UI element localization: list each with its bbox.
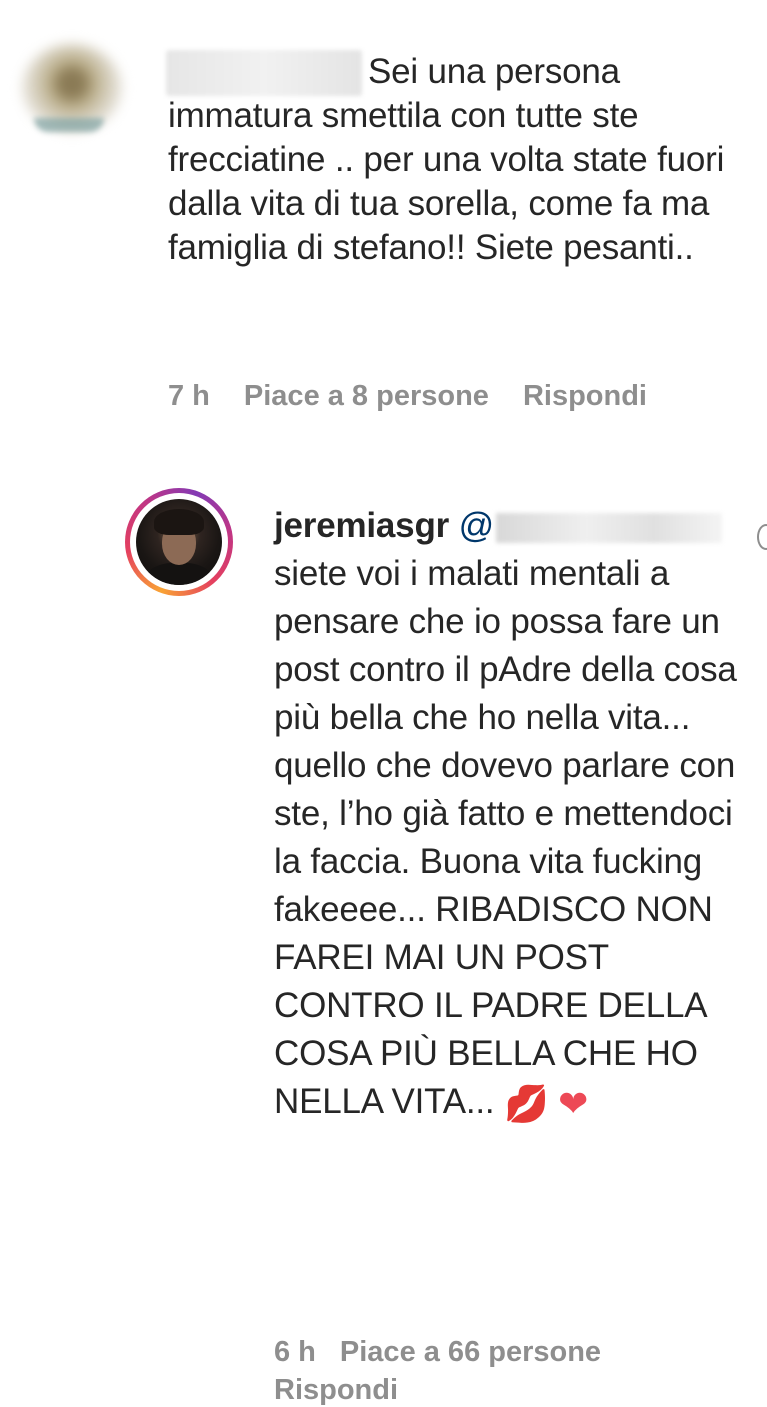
reply-text: siete voi i malati mentali a pensare che… [274,554,737,1121]
profile-photo [136,499,222,585]
reply-time: 6 h [274,1336,316,1368]
options-icon-partial[interactable] [757,524,767,550]
comment-text: Sei una persona immatura smettila con tu… [168,52,725,267]
kiss-mark-icon: 💋 [504,1082,549,1124]
reply-meta: 6 h Piace a 66 persone [274,1336,601,1369]
reply-button-2[interactable]: Rispondi [274,1374,398,1407]
mention-redacted[interactable] [495,512,722,543]
reply-button[interactable]: Rispondi [523,380,647,413]
mention-prefix[interactable]: @ [459,506,495,545]
likes-count[interactable]: Piace a 8 persone [244,380,489,413]
username[interactable]: jeremiasgr [274,506,449,545]
heart-icon: ❤ [558,1082,589,1124]
reply-likes-count[interactable]: Piace a 66 persone [340,1336,601,1369]
comment-meta: 7 h Piace a 8 persone Rispondi [168,380,647,413]
reply-text-block: jeremiasgr @ siete voi i malati mentali … [274,502,744,1128]
avatar-story-ring[interactable] [125,488,233,596]
comment-time: 7 h [168,380,210,412]
